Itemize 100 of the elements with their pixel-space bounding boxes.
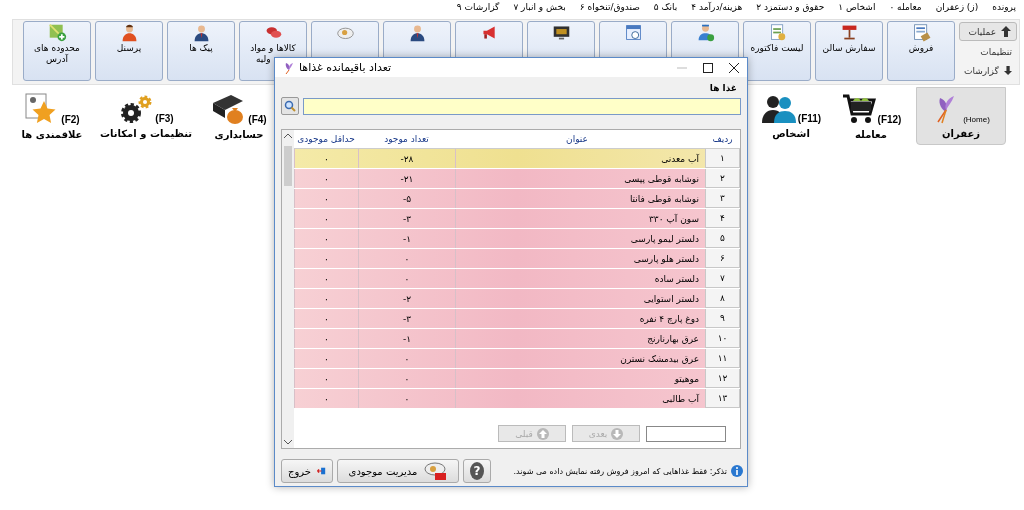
table-cell: ۰ — [358, 269, 455, 288]
table-row[interactable]: ۶ دلستر هلو پارسی ۰ ۰ — [294, 249, 740, 269]
menu-item[interactable]: گزارشات ۹ — [456, 2, 500, 12]
up-arrow-icon — [536, 427, 549, 440]
table-row[interactable]: ۷ دلستر ساده ۰ ۰ — [294, 269, 740, 289]
exit-button[interactable]: خروج — [281, 459, 333, 483]
table-cell: ۸ — [705, 289, 740, 308]
table-cell: ۱۱ — [705, 349, 740, 368]
table-cell: -۱ — [358, 329, 455, 348]
column-header[interactable]: حداقل موجودی — [294, 130, 358, 148]
stock-management-button[interactable]: مدیریت موجودی — [337, 459, 459, 483]
table-cell: ۰ — [358, 369, 455, 388]
table-cell: عرق بیدمشک نسترن — [455, 349, 705, 368]
table-cell: ۱ — [705, 149, 740, 168]
plate-icon — [423, 461, 448, 481]
table-cell: ۱۰ — [705, 329, 740, 348]
table-cell: -۱ — [358, 229, 455, 248]
table-row[interactable]: ۵ دلستر لیمو پارسی -۱ ۰ — [294, 229, 740, 249]
table-cell: دوغ پارچ ۴ نفره — [455, 309, 705, 328]
calendar-icon — [623, 23, 643, 42]
table-cell: ۴ — [705, 209, 740, 228]
side-menu-item[interactable]: گزارشات — [959, 62, 1017, 79]
table-row[interactable]: ۳ نوشابه قوطی فانتا -۵ ۰ — [294, 189, 740, 209]
menu-item[interactable]: بخش و انبار ۷ — [513, 2, 566, 12]
search-button[interactable] — [281, 97, 299, 115]
menu-item[interactable]: حقوق و دستمزد ۲ — [756, 2, 825, 12]
column-header[interactable]: ردیف — [705, 130, 740, 148]
table-cell: -۲۱ — [358, 169, 455, 188]
table-row[interactable]: ۹ دوغ پارچ ۴ نفره -۳ ۰ — [294, 309, 740, 329]
side-menu-item[interactable]: عملیات — [959, 22, 1017, 41]
toolbar-button[interactable]: فروش — [887, 21, 955, 81]
menu-item[interactable]: اشخاص ۱ — [838, 2, 876, 12]
menu-item[interactable]: پرونده — [992, 2, 1016, 12]
table-row[interactable]: ۱۱ عرق بیدمشک نسترن ۰ ۰ — [294, 349, 740, 369]
scrollbar[interactable] — [282, 130, 294, 448]
toolbar-button[interactable]: لیست فاکتوره — [743, 21, 811, 81]
search-icon — [284, 100, 296, 112]
up-arrow-icon — [1001, 26, 1011, 37]
table-cell: ۱۳ — [705, 389, 740, 408]
table-cell: موهیتو — [455, 369, 705, 388]
scroll-down-icon[interactable] — [284, 440, 292, 445]
table-cell: ۲ — [705, 169, 740, 188]
maximize-icon[interactable] — [703, 62, 713, 73]
table-cell: دلستر لیمو پارسی — [455, 229, 705, 248]
table-cell: ۰ — [358, 389, 455, 408]
toolbar-button[interactable]: سفارش سالن — [815, 21, 883, 81]
table-cell: ۳ — [705, 189, 740, 208]
menu-item[interactable]: معامله ۰ — [889, 2, 922, 12]
side-menu-item[interactable]: تنظیمات — [959, 43, 1017, 60]
help-button[interactable]: ? — [463, 459, 491, 483]
cart-icon — [840, 92, 877, 125]
map-icon — [47, 23, 67, 42]
table-cell: نوشابه قوطی پپسی — [455, 169, 705, 188]
people-icon — [760, 93, 797, 124]
page-field[interactable] — [646, 425, 726, 442]
table-cell: دلستر ساده — [455, 269, 705, 288]
table-cell: سون آپ ۳۳۰ — [455, 209, 705, 228]
table-row[interactable]: ۸ دلستر استوایی -۲ ۰ — [294, 289, 740, 309]
table-cell: ۱۲ — [705, 369, 740, 388]
info-icon — [731, 465, 743, 477]
table-row[interactable]: ۱۲ موهیتو ۰ ۰ — [294, 369, 740, 389]
flower-icon — [283, 61, 295, 74]
table-row[interactable]: ۱۳ آب طالبی ۰ ۰ — [294, 389, 740, 409]
menu-item[interactable]: بانک ۵ — [653, 2, 678, 12]
menu-item[interactable]: (ز) زعفران — [935, 2, 979, 12]
down-arrow-icon — [1003, 65, 1012, 76]
table-cell: ۰ — [358, 349, 455, 368]
table-row[interactable]: ۱۰ عرق بهارنارنج -۱ ۰ — [294, 329, 740, 349]
table-row[interactable]: ۴ سون آپ ۳۳۰ -۳ ۰ — [294, 209, 740, 229]
table-cell: نوشابه قوطی فانتا — [455, 189, 705, 208]
table-cell: دلستر استوایی — [455, 289, 705, 308]
table-cell: -۲ — [358, 289, 455, 308]
table-cell: -۲۸ — [358, 149, 455, 168]
table-cell: آب طالبی — [455, 389, 705, 408]
close-icon[interactable] — [729, 62, 739, 73]
table-cell: ۷ — [705, 269, 740, 288]
invoice-icon — [911, 23, 931, 42]
monitor-icon — [551, 23, 571, 42]
table-cell: دلستر هلو پارسی — [455, 249, 705, 268]
scroll-up-icon[interactable] — [284, 133, 292, 138]
table-row[interactable]: ۲ نوشابه قوطی پپسی -۲۱ ۰ — [294, 169, 740, 189]
table-cell: ۵ — [705, 229, 740, 248]
table-cell: -۳ — [358, 209, 455, 228]
menu-item[interactable]: هزینه/درآمد ۴ — [691, 2, 743, 12]
note-text: تذکر: فقط غذاهایی که امروز فروش رفته نمایش داده می شوند. — [513, 466, 727, 476]
table-cell: ۰ — [358, 249, 455, 268]
table-cell: عرق بهارنارنج — [455, 329, 705, 348]
toolbar-button[interactable]: پرسنل — [95, 21, 163, 81]
menu-item[interactable]: صندوق/تنخواه ۶ — [579, 2, 640, 12]
scrollbar-thumb[interactable] — [284, 146, 292, 186]
toolbar-button[interactable]: پیک ها — [167, 21, 235, 81]
table-row[interactable]: ۱ آب معدنی -۲۸ ۰ — [294, 149, 740, 169]
down-arrow-icon — [611, 427, 624, 440]
group-label: غذا ها — [708, 82, 738, 95]
column-header[interactable]: تعداد موجود — [358, 130, 455, 148]
column-header[interactable]: عنوان — [455, 130, 705, 148]
toolbar-button[interactable]: محدوده های آدرس — [23, 21, 91, 81]
search-field[interactable] — [303, 97, 741, 115]
table-cell: -۳ — [358, 309, 455, 328]
table-cell: آب معدنی — [455, 149, 705, 168]
